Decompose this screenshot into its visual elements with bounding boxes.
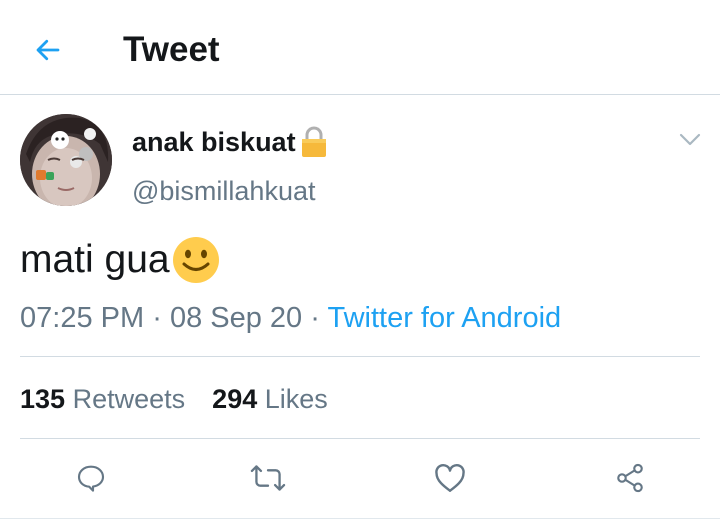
chevron-down-icon [679, 133, 701, 146]
divider [20, 356, 700, 357]
avatar[interactable] [20, 114, 112, 206]
avatar-image [20, 114, 112, 206]
divider [0, 518, 720, 519]
tweet-source-link[interactable]: Twitter for Android [327, 302, 561, 334]
likes-count: 294 [212, 384, 258, 414]
lock-icon [299, 125, 329, 159]
retweets-stat[interactable]: 135 Retweets [20, 384, 193, 414]
top-app-bar: Tweet [0, 0, 720, 95]
likes-stat[interactable]: 294 Likes [212, 384, 328, 414]
back-button[interactable] [24, 26, 72, 74]
retweets-count: 135 [20, 384, 66, 414]
divider [20, 438, 700, 439]
retweets-label: Retweets [72, 384, 186, 414]
arrow-left-icon [36, 39, 60, 61]
author-handle[interactable]: @bismillahkuat [132, 171, 315, 211]
tweet-stats: 135 Retweets 294 Likes [20, 379, 328, 419]
tweet-date: 08 Sep 20 [169, 302, 303, 334]
slightly-smiling-face-icon [171, 235, 221, 285]
tweet-menu-button[interactable] [672, 122, 708, 158]
tweet-body: mati gua [20, 234, 221, 286]
like-button[interactable] [426, 454, 474, 502]
tweet-time: 07:25 PM [20, 302, 145, 334]
meta-separator: · [152, 302, 162, 334]
page-title: Tweet [123, 30, 220, 69]
tweet-text: mati gua [20, 238, 170, 281]
share-button[interactable] [606, 454, 654, 502]
retweet-icon [250, 465, 286, 491]
tweet-meta: 07:25 PM · 08 Sep 20 · Twitter for Andro… [20, 298, 561, 338]
share-icon [617, 463, 643, 493]
likes-label: Likes [264, 384, 328, 414]
like-icon [435, 464, 465, 492]
author-display-name[interactable]: anak biskuat [132, 127, 296, 158]
retweet-button[interactable] [244, 454, 292, 502]
author-name-row[interactable]: anak biskuat [132, 122, 329, 162]
meta-separator: · [310, 302, 320, 334]
reply-icon [77, 465, 105, 492]
reply-button[interactable] [67, 454, 115, 502]
tweet-detail-screen: Tweet anak biskuat @bismillahkuat mati g… [0, 0, 720, 529]
